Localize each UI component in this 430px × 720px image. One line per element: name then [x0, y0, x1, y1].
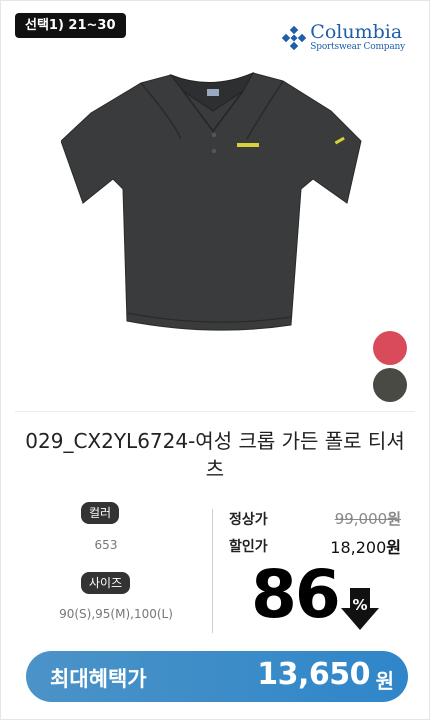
regular-price-label: 정상가 — [229, 512, 268, 528]
product-card[interactable]: 선택1) 21~30 Columbia Sportswear Company 0… — [0, 0, 430, 720]
vertical-divider — [212, 509, 213, 633]
sale-price-value: 18,200 — [330, 538, 387, 557]
divider — [15, 411, 415, 412]
brand-subtitle: Sportswear Company — [310, 42, 405, 52]
color-swatch-charcoal[interactable] — [373, 368, 407, 402]
sale-price-unit: 원 — [386, 538, 401, 557]
regular-price-value: 99,000 — [334, 510, 388, 528]
columbia-diamond-icon — [282, 25, 307, 50]
max-benefit-price-bar[interactable]: 최대혜택가 13,650 원 — [26, 651, 408, 702]
option-select-badge: 선택1) 21~30 — [15, 13, 126, 38]
discount-percent-symbol: % — [352, 596, 367, 614]
sale-price-label: 할인가 — [229, 539, 268, 555]
brand-logo: Columbia Sportswear Company — [282, 23, 405, 52]
regular-price-unit: 원 — [387, 510, 401, 528]
discount-rate: 86 — [251, 556, 341, 633]
brand-name: Columbia — [310, 21, 403, 43]
sale-price: 18,200원 — [330, 534, 401, 558]
benefit-unit: 원 — [375, 669, 394, 693]
color-label: 컬러 — [81, 502, 120, 524]
benefit-label: 최대혜택가 — [50, 667, 147, 691]
benefit-amount: 13,650 — [257, 657, 370, 692]
size-label: 사이즈 — [81, 572, 131, 594]
product-image[interactable] — [61, 61, 371, 351]
product-title[interactable]: 029_CX2YL6724-여성 크롭 가든 폴로 티셔츠 — [21, 427, 409, 483]
color-value: 653 — [94, 538, 118, 552]
size-value: 90(S),95(M),100(L) — [59, 607, 173, 621]
down-arrow-percent-icon: % — [341, 588, 379, 630]
color-swatch-red[interactable] — [373, 331, 407, 365]
regular-price: 99,000원 — [335, 508, 401, 529]
